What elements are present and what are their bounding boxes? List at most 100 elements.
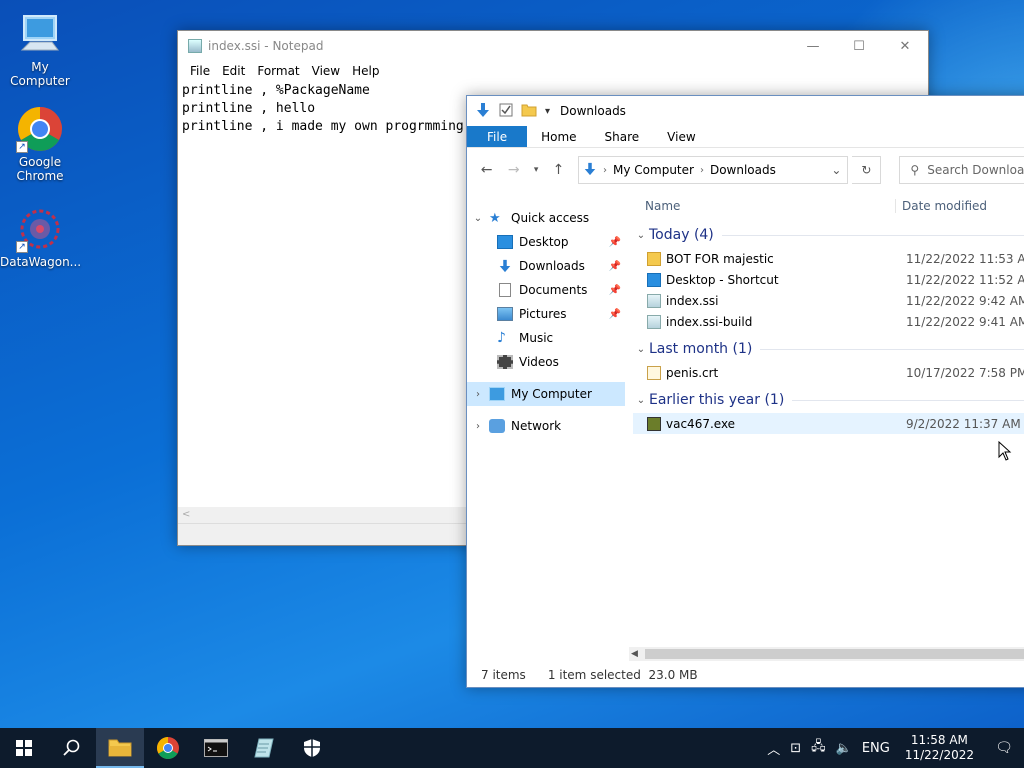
shortcut-icon bbox=[647, 272, 661, 287]
chevron-down-icon[interactable]: ⌄ bbox=[633, 395, 649, 406]
tray-app-icon[interactable]: ⊡ bbox=[785, 741, 806, 756]
star-icon: ★ bbox=[489, 211, 501, 226]
list-item[interactable]: index.ssi 11/22/2022 9:42 AM bbox=[633, 290, 1024, 311]
chrome-icon bbox=[157, 737, 179, 759]
refresh-button[interactable]: ↻ bbox=[852, 156, 882, 184]
start-button[interactable] bbox=[0, 728, 48, 768]
file-name: BOT FOR majestic bbox=[666, 251, 774, 266]
notifications-icon[interactable]: 🗨 bbox=[984, 740, 1024, 756]
search-input[interactable]: ⚲ Search Downloads bbox=[899, 156, 1024, 184]
sidebar-item-downloads[interactable]: Downloads 📌 bbox=[467, 254, 625, 278]
recent-locations-button[interactable]: ▾ bbox=[529, 165, 543, 175]
language-indicator[interactable]: ENG bbox=[857, 741, 895, 756]
search-icon: ⚲ bbox=[910, 163, 920, 177]
explorer-titlebar[interactable]: ▾ Downloads bbox=[467, 96, 1024, 126]
desktop-icon-google-chrome[interactable]: ↗ Google Chrome bbox=[0, 105, 80, 183]
pin-icon[interactable]: 📌 bbox=[609, 261, 621, 272]
tab-file[interactable]: File bbox=[467, 126, 528, 147]
maximize-button[interactable]: ☐ bbox=[836, 31, 882, 61]
notepad-titlebar[interactable]: index.ssi - Notepad — ☐ ✕ bbox=[178, 31, 928, 61]
file-name: index.ssi bbox=[666, 293, 719, 308]
taskbar: ︿ ⊡ 🖧 🔈 ENG 11:58 AM 11/22/2022 🗨 bbox=[0, 728, 1024, 768]
list-item[interactable]: penis.crt 10/17/2022 7:58 PM bbox=[633, 362, 1024, 383]
sidebar-item-music[interactable]: ♪ Music bbox=[467, 326, 625, 350]
sidebar-item-pictures[interactable]: Pictures 📌 bbox=[467, 302, 625, 326]
group-header-today[interactable]: ⌄ Today (4) bbox=[633, 222, 1024, 248]
chevron-down-icon[interactable]: ⌄ bbox=[633, 344, 649, 355]
search-button[interactable] bbox=[48, 728, 96, 768]
scrollbar-thumb[interactable] bbox=[645, 649, 1024, 659]
menu-format[interactable]: Format bbox=[251, 64, 305, 78]
minimize-button[interactable]: — bbox=[790, 31, 836, 61]
column-date-modified[interactable]: Date modified bbox=[895, 199, 987, 213]
properties-icon[interactable] bbox=[499, 103, 513, 120]
nav-quick-access[interactable]: ⌄ ★ Quick access bbox=[467, 206, 625, 230]
list-item[interactable]: Desktop - Shortcut 11/22/2022 11:52 AM bbox=[633, 269, 1024, 290]
chevron-down-icon[interactable]: ⌄ bbox=[467, 213, 489, 224]
close-button[interactable]: ✕ bbox=[882, 31, 928, 61]
taskbar-command-prompt[interactable] bbox=[192, 728, 240, 768]
documents-icon bbox=[499, 283, 511, 297]
taskbar-notepad[interactable] bbox=[240, 728, 288, 768]
pictures-icon bbox=[497, 307, 513, 321]
desktop-icon-label: Google Chrome bbox=[16, 155, 64, 183]
taskbar-file-explorer[interactable] bbox=[96, 728, 144, 768]
customize-quick-access-icon[interactable]: ▾ bbox=[545, 106, 550, 117]
column-name[interactable]: Name bbox=[633, 199, 895, 213]
group-header-last-month[interactable]: ⌄ Last month (1) bbox=[633, 336, 1024, 362]
breadcrumb-my-computer[interactable]: My Computer bbox=[607, 163, 700, 177]
sidebar-item-network[interactable]: › Network bbox=[467, 414, 625, 438]
chevron-down-icon[interactable]: ⌄ bbox=[633, 230, 649, 241]
navigation-pane: ⌄ ★ Quick access Desktop 📌 Downloads 📌 D… bbox=[467, 206, 625, 646]
address-bar[interactable]: › My Computer › Downloads ⌄ bbox=[578, 156, 849, 184]
up-button[interactable]: ↑ bbox=[547, 162, 570, 178]
sidebar-item-desktop[interactable]: Desktop 📌 bbox=[467, 230, 625, 254]
list-item[interactable]: vac467.exe 9/2/2022 11:37 AM bbox=[633, 413, 1024, 434]
chevron-down-icon[interactable]: ⌄ bbox=[825, 163, 847, 177]
volume-icon[interactable]: 🔈 bbox=[831, 741, 857, 756]
tab-view[interactable]: View bbox=[653, 126, 709, 147]
sidebar-item-documents[interactable]: Documents 📌 bbox=[467, 278, 625, 302]
pin-icon[interactable]: 📌 bbox=[609, 237, 621, 248]
status-selected: 1 item selected bbox=[547, 668, 641, 682]
taskbar-windows-security[interactable] bbox=[288, 728, 336, 768]
list-item[interactable]: index.ssi-build 11/22/2022 9:41 AM bbox=[633, 311, 1024, 332]
tab-share[interactable]: Share bbox=[591, 126, 654, 147]
list-item[interactable]: BOT FOR majestic 11/22/2022 11:53 AM bbox=[633, 248, 1024, 269]
explorer-horizontal-scrollbar[interactable]: ◀ bbox=[629, 647, 1024, 661]
sidebar-item-videos[interactable]: Videos bbox=[467, 350, 625, 374]
menu-file[interactable]: File bbox=[184, 64, 216, 78]
chevron-right-icon[interactable]: › bbox=[467, 421, 489, 432]
menu-view[interactable]: View bbox=[306, 64, 346, 78]
file-explorer-window[interactable]: ▾ Downloads File Home Share View ← → ▾ ↑… bbox=[466, 95, 1024, 688]
breadcrumb-downloads[interactable]: Downloads bbox=[704, 163, 782, 177]
ribbon-tabs: File Home Share View bbox=[467, 126, 1024, 148]
show-hidden-icons-button[interactable]: ︿ bbox=[762, 739, 785, 758]
pin-icon[interactable]: 📌 bbox=[609, 309, 621, 320]
new-folder-icon[interactable] bbox=[521, 103, 537, 120]
scroll-left-icon[interactable]: ◀ bbox=[631, 647, 638, 661]
group-label: Earlier this year (1) bbox=[649, 392, 785, 408]
desktop-icon-datawagon[interactable]: ↗ DataWagon... bbox=[0, 205, 81, 269]
desktop-icon-my-computer[interactable]: My Computer bbox=[0, 10, 80, 88]
chevron-right-icon[interactable]: › bbox=[467, 389, 489, 400]
taskbar-chrome[interactable] bbox=[144, 728, 192, 768]
back-button[interactable]: ← bbox=[475, 162, 498, 178]
notepad-title: index.ssi - Notepad bbox=[208, 39, 324, 53]
sidebar-item-my-computer[interactable]: › My Computer bbox=[467, 382, 625, 406]
menu-help[interactable]: Help bbox=[346, 64, 385, 78]
group-header-earlier-this-year[interactable]: ⌄ Earlier this year (1) bbox=[633, 387, 1024, 413]
nav-label: Music bbox=[519, 331, 554, 345]
forward-button[interactable]: → bbox=[502, 162, 525, 178]
network-icon bbox=[489, 419, 505, 433]
notepad-icon bbox=[254, 738, 274, 758]
group-divider bbox=[792, 399, 1024, 401]
notepad-horizontal-scrollbar[interactable]: < bbox=[178, 507, 468, 523]
pin-icon[interactable]: 📌 bbox=[609, 285, 621, 296]
desktop-icon-label: My Computer bbox=[10, 60, 70, 88]
menu-edit[interactable]: Edit bbox=[216, 64, 251, 78]
network-tray-icon[interactable]: 🖧 bbox=[806, 737, 831, 759]
clock[interactable]: 11:58 AM 11/22/2022 bbox=[895, 733, 984, 763]
tab-home[interactable]: Home bbox=[527, 126, 590, 147]
scroll-left-icon[interactable]: < bbox=[182, 509, 190, 520]
